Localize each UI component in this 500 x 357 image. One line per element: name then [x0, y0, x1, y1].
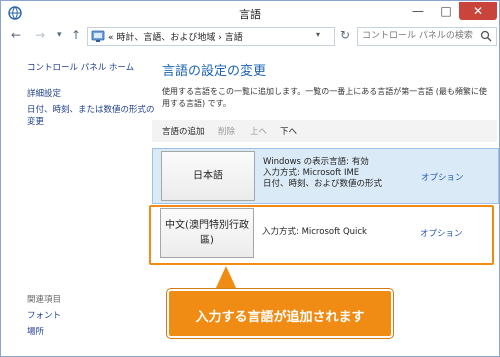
display-language-status: Windows の表示言語: 有効 [263, 157, 369, 167]
recent-locations-dropdown[interactable]: ▾ [57, 28, 62, 43]
navigation-bar: ← → ▾ ↑ « 時計、言語、および地域 › 言語 ▾ ↻ [1, 25, 499, 47]
search-icon[interactable] [480, 30, 492, 42]
input-method: 入力方式: Microsoft IME [263, 168, 360, 178]
control-panel-home-link[interactable]: コントロール パネル ホーム [27, 61, 134, 73]
close-button[interactable]: ✕ [459, 2, 497, 20]
language-tile[interactable]: 日本語 [161, 151, 255, 201]
callout-pointer [215, 266, 237, 290]
advanced-settings-link[interactable]: 詳細設定 [27, 87, 61, 99]
maximize-button[interactable]: □ [433, 2, 459, 20]
sidebar: コントロール パネル ホーム 詳細設定 日付、時刻、または数値の形式の 変更 関… [1, 47, 155, 355]
breadcrumb[interactable]: « 時計、言語、および地域 › 言語 [108, 30, 243, 43]
up-button[interactable]: ↑ [71, 28, 81, 43]
options-link[interactable]: オプション [421, 171, 464, 183]
page-description: 使用する言語をこの一覧に追加します。一覧の一番上にある言語が第一言語 (最も頻繁… [162, 87, 487, 108]
highlight-frame [149, 205, 494, 265]
refresh-button[interactable]: ↻ [337, 27, 353, 44]
page-title: 言語の設定の変更 [162, 64, 267, 79]
language-details: Windows の表示言語: 有効 入力方式: Microsoft IME 日付… [263, 157, 382, 190]
language-toolbar: 言語の追加 削除 上へ 下へ [152, 120, 497, 142]
title-bar[interactable]: 言語 — □ ✕ [1, 1, 499, 25]
search-box[interactable] [357, 27, 497, 46]
minimize-button[interactable]: — [405, 2, 431, 20]
add-language-button[interactable]: 言語の追加 [162, 125, 205, 137]
annotation-text: 入力する言語が追加されます [195, 310, 365, 325]
search-input[interactable] [362, 29, 474, 43]
sidebar-item-location[interactable]: 場所 [27, 325, 44, 337]
language-name: 日本語 [193, 170, 223, 182]
move-up-button[interactable]: 上へ [250, 125, 267, 137]
move-down-button[interactable]: 下へ [280, 125, 297, 137]
annotation-callout: 入力する言語が追加されます [167, 289, 393, 338]
address-bar[interactable]: « 時計、言語、および地域 › 言語 ▾ [87, 27, 335, 46]
datetime-format-link[interactable]: 日付、時刻、または数値の形式の [27, 103, 155, 115]
language-row-japanese[interactable]: 日本語 Windows の表示言語: 有効 入力方式: Microsoft IM… [152, 148, 499, 204]
control-panel-icon [91, 30, 105, 42]
sidebar-item-fonts[interactable]: フォント [27, 309, 61, 321]
related-heading: 関連項目 [27, 295, 62, 305]
format-info: 日付、時刻、および数値の形式 [263, 179, 383, 189]
remove-button[interactable]: 削除 [218, 125, 235, 137]
back-button[interactable]: ← [11, 28, 21, 43]
forward-button[interactable]: → [35, 28, 45, 43]
datetime-format-link-line2[interactable]: 変更 [27, 115, 44, 127]
address-dropdown-icon[interactable]: ▾ [316, 30, 320, 39]
